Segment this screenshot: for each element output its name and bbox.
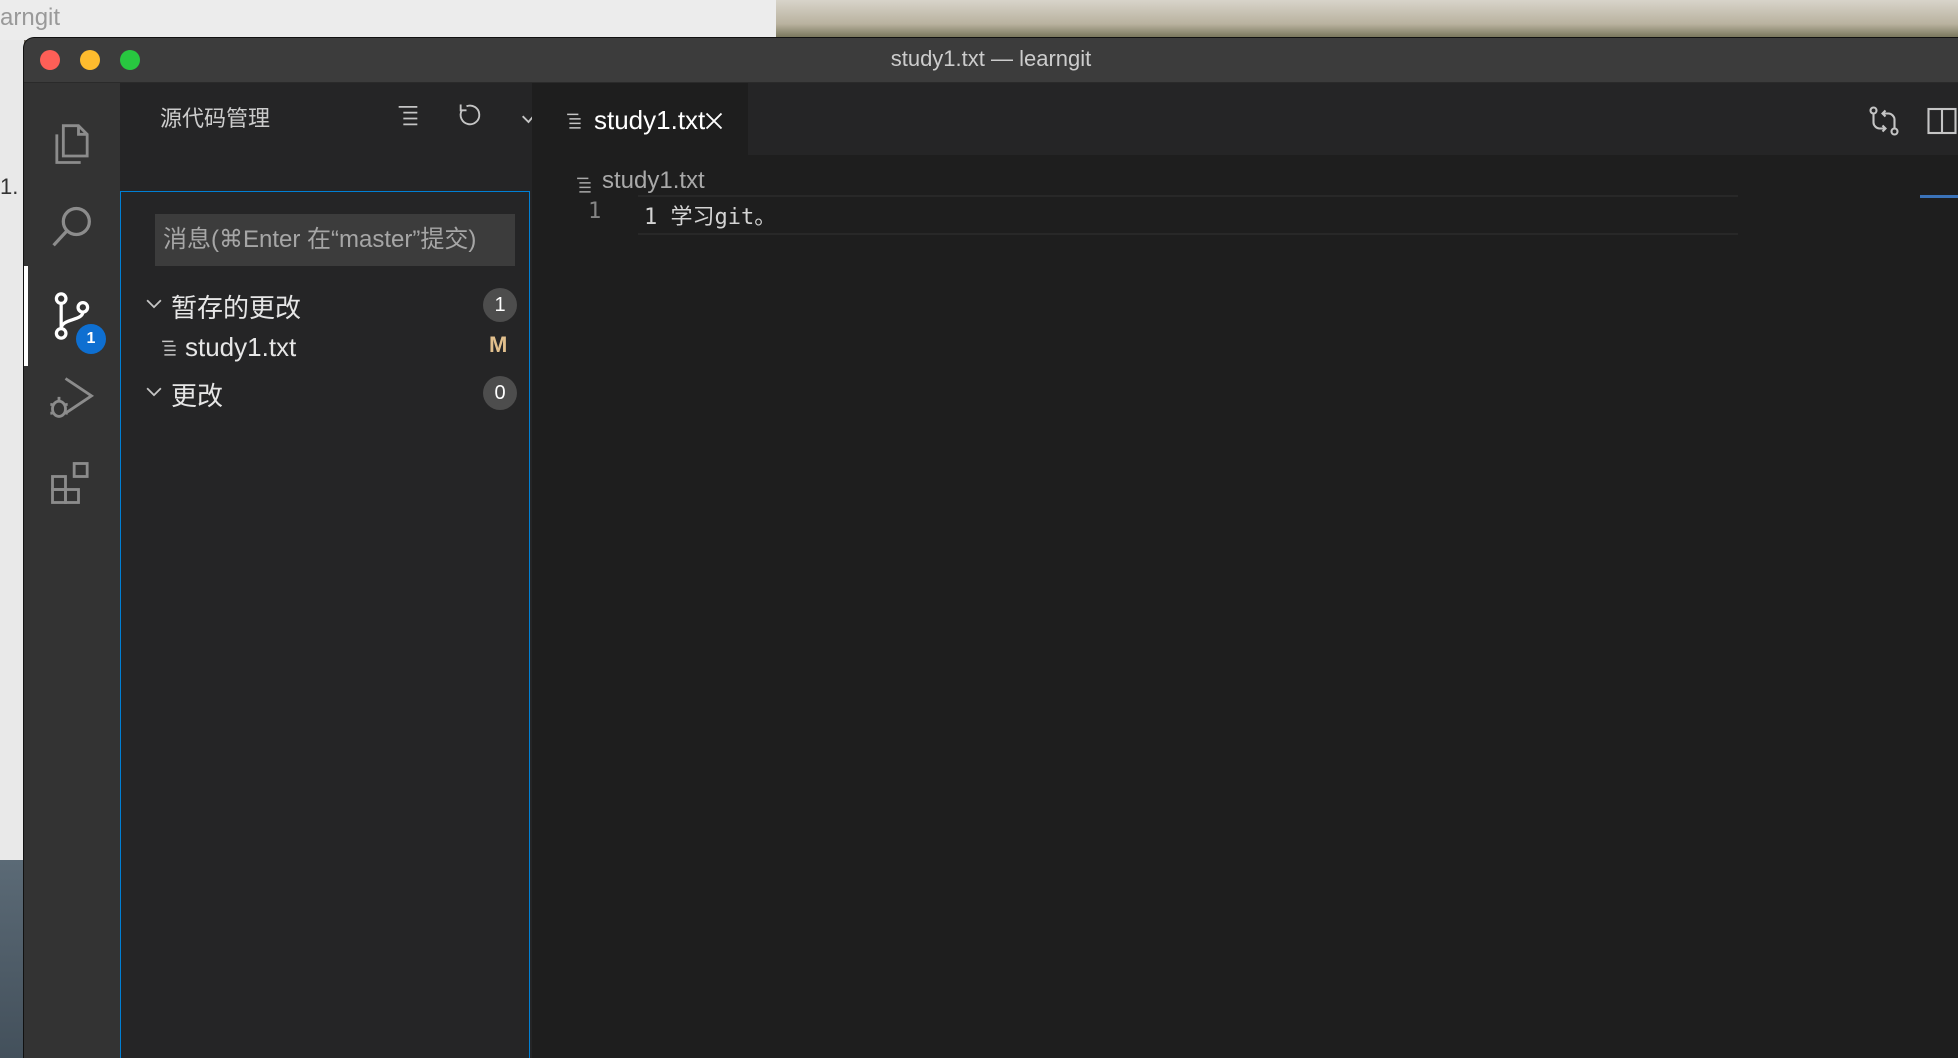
changes-label: 更改 — [171, 381, 224, 411]
activity-search[interactable] — [24, 178, 120, 278]
text-file-icon — [162, 340, 176, 356]
commit-message-input[interactable] — [155, 214, 515, 266]
scm-view: 暂存的更改 1 study1.txt M 更改 0 — [120, 191, 530, 1058]
staged-changes-label: 暂存的更改 — [171, 293, 302, 323]
background-edge-text: 1. — [0, 174, 19, 199]
background-window: arngit — [0, 0, 777, 40]
run-debug-icon — [50, 377, 95, 418]
open-changes-icon[interactable] — [1866, 103, 1902, 139]
tab-label: study1.txt — [594, 105, 706, 135]
staged-file-item[interactable]: study1.txt M — [121, 326, 531, 370]
split-editor-icon[interactable] — [1924, 103, 1958, 139]
activity-bar: 1 — [24, 83, 120, 1058]
breadcrumb[interactable]: study1.txt — [602, 167, 705, 195]
editor-tab-bar: study1.txt — [532, 83, 1958, 155]
tree-view-icon — [398, 105, 418, 126]
view-as-tree-button[interactable] — [388, 95, 428, 135]
sidebar-header: 源代码管理 — [120, 83, 543, 143]
minimap[interactable] — [1920, 195, 1958, 198]
code-line[interactable]: 1 学习git。 — [644, 199, 776, 231]
explorer-icon — [55, 124, 89, 164]
changes-group[interactable]: 更改 0 — [121, 370, 531, 414]
search-icon — [52, 206, 91, 247]
current-line-highlight — [638, 195, 1738, 235]
desktop-wallpaper — [776, 0, 1958, 40]
chevron-down-icon — [146, 299, 162, 309]
line-number: 1 — [588, 199, 602, 224]
sidebar-title: 源代码管理 — [160, 106, 271, 131]
text-file-icon — [577, 177, 591, 193]
window-title: study1.txt — learngit — [890, 46, 1092, 71]
chevron-down-icon — [146, 387, 162, 397]
close-icon[interactable] — [704, 111, 724, 131]
activity-extensions[interactable] — [24, 433, 120, 533]
title-bar[interactable]: study1.txt — learngit — [24, 38, 1958, 83]
modified-status: M — [489, 332, 508, 357]
source-control-sidebar: 源代码管理 消息(⌘Enter 在“master”提交) 暂存的更改 1 stu… — [120, 83, 543, 1058]
staged-changes-group[interactable]: 暂存的更改 1 — [121, 282, 531, 326]
tab-study1-txt[interactable]: study1.txt — [532, 83, 748, 155]
changes-count-badge: 0 — [483, 376, 517, 410]
text-file-icon — [567, 113, 581, 129]
background-window-title: arngit — [0, 4, 61, 31]
extensions-icon — [51, 462, 89, 504]
staged-count-badge: 1 — [483, 288, 517, 322]
vscode-window: study1.txt — learngit 1 源代码管理 消息(⌘Enter … — [24, 38, 1958, 1058]
desktop-wallpaper-water — [0, 860, 24, 1058]
staged-file-name: study1.txt — [185, 332, 297, 362]
more-actions-button[interactable] — [474, 95, 514, 135]
editor-area[interactable]: study1.txt 1 1 学习git。 — [532, 155, 1958, 1058]
